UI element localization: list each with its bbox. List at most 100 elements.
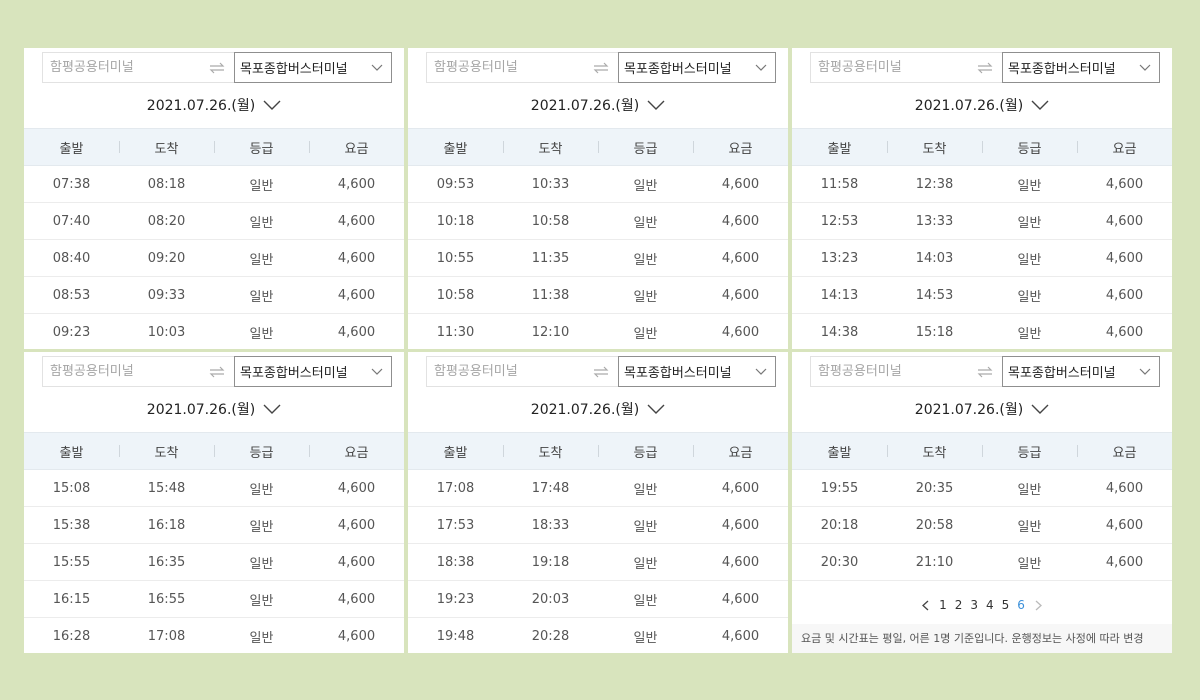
- swap-button[interactable]: [967, 356, 1002, 387]
- table-cell: 4,600: [337, 591, 376, 607]
- pagination: 123456: [792, 593, 1172, 617]
- table-cell: 10:33: [531, 176, 570, 192]
- table-cell: 일반: [1017, 556, 1042, 572]
- table-cell: 14:03: [915, 250, 954, 266]
- table-row: 08:40 09:20 일반 4,600: [24, 240, 404, 277]
- column-header: 요금: [309, 442, 404, 461]
- column-header: 출발: [443, 141, 468, 157]
- swap-button[interactable]: [199, 356, 234, 387]
- table-cell: 12:10: [531, 324, 570, 340]
- table-cell: 10:03: [147, 324, 186, 340]
- table-cell: 4,600: [1105, 517, 1144, 533]
- swap-button[interactable]: [583, 356, 618, 387]
- table-cell: 19:48: [436, 628, 475, 644]
- table-body: 09:53 10:33 일반 4,600 10:18 10:58 일반 4,600 10:55 1…: [408, 166, 788, 349]
- swap-button[interactable]: [199, 52, 234, 83]
- destination-select[interactable]: 목포종합버스터미널: [1002, 356, 1160, 387]
- swap-button[interactable]: [967, 52, 1002, 83]
- table-cell: 일반: [249, 556, 274, 572]
- table-cell: 4,600: [721, 554, 760, 570]
- destination-select[interactable]: 목포종합버스터미널: [618, 52, 776, 83]
- chevron-down-icon: [1031, 404, 1049, 414]
- table-cell: 07:38: [52, 176, 91, 192]
- table-cell: 11:38: [531, 287, 570, 303]
- origin-field[interactable]: 함평공용터미널: [426, 52, 583, 83]
- timetable-panel: 함평공용터미널 목포종합버스터미널 2021.07.26.(월) 출발 도착 등급 요금 19…: [792, 352, 1172, 653]
- date-selector[interactable]: 2021.07.26.(월): [24, 397, 404, 421]
- table-cell: 4,600: [721, 480, 760, 496]
- destination-select[interactable]: 목포종합버스터미널: [234, 52, 392, 83]
- chevron-down-icon: [1031, 100, 1049, 110]
- table-cell: 일반: [1017, 252, 1042, 268]
- page-link[interactable]: 3: [970, 598, 978, 612]
- destination-select[interactable]: 목포종합버스터미널: [618, 356, 776, 387]
- table-cell: 16:28: [52, 628, 91, 644]
- table-row: 20:30 21:10 일반 4,600: [792, 544, 1172, 581]
- table-cell: 15:38: [52, 517, 91, 533]
- origin-field[interactable]: 함평공용터미널: [810, 356, 967, 387]
- chevron-left-icon[interactable]: [922, 600, 929, 611]
- table-row: 07:40 08:20 일반 4,600: [24, 203, 404, 240]
- table-row: 19:23 20:03 일반 4,600: [408, 581, 788, 618]
- table-row: 11:30 12:10 일반 4,600: [408, 314, 788, 349]
- table-row: 15:55 16:35 일반 4,600: [24, 544, 404, 581]
- table-cell: 4,600: [721, 517, 760, 533]
- destination-label: 목포종합버스터미널: [624, 366, 732, 381]
- table-cell: 일반: [633, 482, 658, 498]
- page-link[interactable]: 5: [1002, 598, 1010, 612]
- destination-select[interactable]: 목포종합버스터미널: [234, 356, 392, 387]
- table-cell: 19:23: [436, 591, 475, 607]
- date-selector[interactable]: 2021.07.26.(월): [408, 93, 788, 117]
- column-header: 등급: [982, 442, 1077, 461]
- table-cell: 20:03: [531, 591, 570, 607]
- table-cell: 19:18: [531, 554, 570, 570]
- column-header: 요금: [1077, 138, 1172, 157]
- table-row: 15:38 16:18 일반 4,600: [24, 507, 404, 544]
- table-cell: 11:58: [820, 176, 859, 192]
- date-selector[interactable]: 2021.07.26.(월): [24, 93, 404, 117]
- page-link[interactable]: 1: [939, 598, 947, 612]
- table-row: 19:55 20:35 일반 4,600: [792, 470, 1172, 507]
- origin-field[interactable]: 함평공용터미널: [426, 356, 583, 387]
- date-label: 2021.07.26.(월): [914, 98, 1024, 114]
- table-cell: 일반: [249, 630, 274, 646]
- column-header: 출발: [59, 445, 84, 461]
- column-header: 출발: [59, 141, 84, 157]
- table-cell: 11:30: [436, 324, 475, 340]
- route-selector: 함평공용터미널 목포종합버스터미널: [42, 356, 392, 387]
- column-header: 출발: [827, 445, 852, 461]
- destination-label: 목포종합버스터미널: [240, 366, 348, 381]
- table-cell: 일반: [1017, 289, 1042, 305]
- date-selector[interactable]: 2021.07.26.(월): [792, 93, 1172, 117]
- table-cell: 4,600: [337, 176, 376, 192]
- table-row: 10:18 10:58 일반 4,600: [408, 203, 788, 240]
- origin-field[interactable]: 함평공용터미널: [42, 356, 199, 387]
- table-cell: 일반: [1017, 215, 1042, 231]
- table-cell: 15:08: [52, 480, 91, 496]
- column-header: 도착: [887, 138, 982, 157]
- table-row: 17:53 18:33 일반 4,600: [408, 507, 788, 544]
- page-link[interactable]: 2: [955, 598, 963, 612]
- fare-notice: 요금 및 시간표는 평일, 어른 1명 기준입니다. 운행정보는 사정에 따라 …: [792, 624, 1172, 653]
- page-link[interactable]: 6: [1017, 598, 1025, 612]
- table-row: 12:53 13:33 일반 4,600: [792, 203, 1172, 240]
- date-selector[interactable]: 2021.07.26.(월): [408, 397, 788, 421]
- date-selector[interactable]: 2021.07.26.(월): [792, 397, 1172, 421]
- swap-button[interactable]: [583, 52, 618, 83]
- route-selector: 함평공용터미널 목포종합버스터미널: [426, 52, 776, 83]
- table-cell: 일반: [1017, 178, 1042, 194]
- destination-select[interactable]: 목포종합버스터미널: [1002, 52, 1160, 83]
- table-cell: 4,600: [337, 213, 376, 229]
- table-cell: 일반: [633, 215, 658, 231]
- origin-field[interactable]: 함평공용터미널: [810, 52, 967, 83]
- route-selector: 함평공용터미널 목포종합버스터미널: [810, 356, 1160, 387]
- page-link[interactable]: 4: [986, 598, 994, 612]
- origin-field[interactable]: 함평공용터미널: [42, 52, 199, 83]
- chevron-right-icon[interactable]: [1035, 600, 1042, 611]
- route-selector: 함평공용터미널 목포종합버스터미널: [42, 52, 392, 83]
- table-cell: 09:23: [52, 324, 91, 340]
- chevron-down-icon: [647, 404, 665, 414]
- table-cell: 4,600: [721, 324, 760, 340]
- table-cell: 17:08: [436, 480, 475, 496]
- swap-arrows-icon: [209, 366, 225, 378]
